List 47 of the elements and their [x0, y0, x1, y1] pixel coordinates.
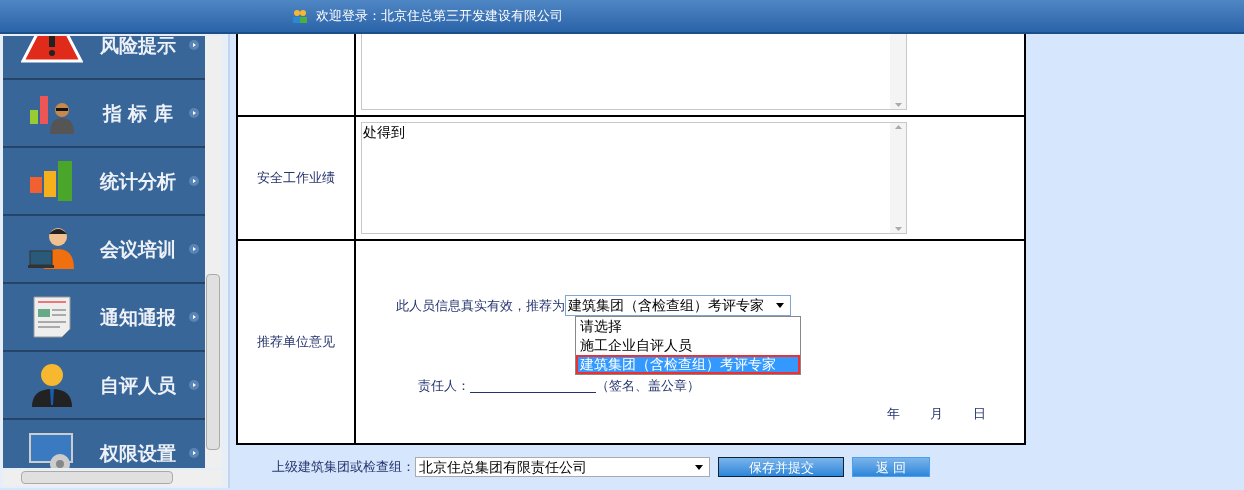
document-icon: [32, 295, 72, 339]
horizontal-scrollbar[interactable]: [3, 470, 222, 486]
sidebar-item[interactable]: 风险提示: [3, 36, 205, 80]
back-button[interactable]: 返 回: [852, 457, 930, 477]
monitor-gear-icon: [28, 432, 76, 468]
group-label: 上级建筑集团或检查组：: [272, 458, 415, 477]
scrollbar[interactable]: [890, 123, 906, 233]
vertical-scrollbar[interactable]: [205, 36, 222, 468]
role-select[interactable]: 建筑集团（含检查组）考评专家: [565, 295, 791, 316]
signer-label: 责任人：: [418, 377, 470, 395]
users-icon: [292, 9, 308, 23]
scroll-down-icon[interactable]: [894, 103, 902, 107]
sidebar-item[interactable]: 通知通报: [3, 284, 205, 352]
sidebar-item-label: 权限设置: [98, 440, 177, 466]
dropdown-caret-icon: [695, 464, 703, 470]
person-icon: [30, 361, 74, 409]
sidebar-item-label: 自评人员: [99, 372, 177, 398]
sidebar-item-label: 会议培训: [99, 236, 177, 262]
save-submit-button[interactable]: 保存并提交: [718, 457, 844, 477]
text-area-value: 处得到: [363, 124, 405, 140]
row-label: 推荐单位意见: [257, 333, 335, 352]
sidebar-item[interactable]: 自评人员: [3, 352, 205, 420]
warning-icon: [21, 36, 83, 65]
sidebar-item[interactable]: 会议培训: [3, 216, 205, 284]
statement-text: 此人员信息真实有效，推荐为: [396, 296, 565, 315]
dropdown-caret-icon: [776, 303, 784, 308]
welcome-text: 欢迎登录：北京住总第三开发建设有限公司: [316, 7, 563, 26]
dropdown-option[interactable]: 建筑集团（含检查组）考评专家: [576, 355, 800, 374]
row-label: 安全工作业绩: [257, 169, 335, 188]
dropdown-option[interactable]: 请选择: [576, 317, 800, 336]
text-area[interactable]: 处得到: [361, 122, 907, 234]
date-unit: 年: [887, 404, 900, 423]
signer-note: （签名、盖公章）: [596, 377, 700, 395]
sidebar-item-label: 指 标 库: [101, 100, 175, 126]
sidebar-item-label: 通知通报: [99, 304, 177, 330]
sidebar-item-label: 风险提示: [99, 36, 177, 58]
dropdown-option[interactable]: 施工企业自评人员: [576, 336, 800, 355]
date-unit: 日: [973, 404, 986, 423]
sidebar-item[interactable]: 统计分析: [3, 148, 205, 216]
scroll-thumb[interactable]: [21, 471, 173, 484]
scroll-down-icon[interactable]: [894, 227, 902, 231]
date-unit: 月: [930, 404, 943, 423]
scroll-thumb[interactable]: [206, 274, 220, 450]
group-select[interactable]: 北京住总集团有限责任公司: [415, 457, 710, 477]
sidebar-item[interactable]: 指 标 库: [3, 80, 205, 148]
sidebar-item-label: 统计分析: [99, 168, 177, 194]
scroll-up-icon[interactable]: [894, 125, 902, 129]
